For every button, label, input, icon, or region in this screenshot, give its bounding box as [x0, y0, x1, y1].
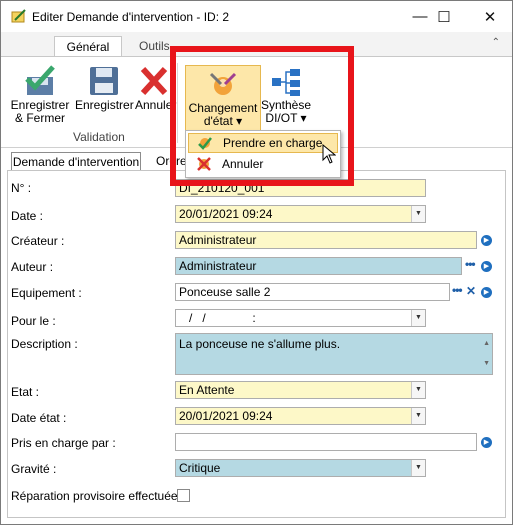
- mouse-cursor-icon: [322, 144, 336, 164]
- description-label: Description :: [11, 337, 78, 351]
- highlight-frame: [170, 46, 354, 186]
- ribbon-group-label: Validation: [73, 130, 125, 144]
- pris-en-charge-label: Pris en charge par :: [11, 436, 116, 450]
- cancel-label: Annuler: [135, 98, 177, 112]
- etat-field[interactable]: En Attente ▼: [175, 381, 426, 399]
- equipement-lookup-icon[interactable]: ▶: [481, 287, 492, 298]
- date-etat-dropdown-icon[interactable]: ▼: [411, 408, 425, 424]
- save-close-label-2: & Fermer: [14, 111, 65, 125]
- etat-value: En Attente: [179, 383, 235, 397]
- auteur-lookup-icon[interactable]: ▶: [481, 261, 492, 272]
- gravite-value: Critique: [179, 461, 221, 475]
- date-field[interactable]: 20/01/2021 09:24 ▼: [175, 205, 426, 223]
- save-close-button[interactable]: Enregistrer & Fermer: [7, 65, 73, 125]
- numero-label: N° :: [11, 181, 32, 195]
- gravite-dropdown-icon[interactable]: ▼: [411, 460, 425, 476]
- etat-dropdown-icon[interactable]: ▼: [411, 382, 425, 398]
- gravite-field[interactable]: Critique ▼: [175, 459, 426, 477]
- etat-label: Etat :: [11, 385, 40, 399]
- window-title: Editer Demande d'intervention - ID: 2: [32, 10, 230, 24]
- gravite-label: Gravité :: [11, 462, 57, 476]
- pour-le-label: Pour le :: [11, 314, 56, 328]
- description-value: La ponceuse ne s'allume plus.: [179, 337, 341, 351]
- date-etat-label: Date état :: [11, 411, 67, 425]
- tab-general[interactable]: Général: [54, 36, 122, 58]
- date-etat-value: 20/01/2021 09:24: [179, 409, 273, 423]
- auteur-field[interactable]: Administrateur: [175, 257, 462, 275]
- save-icon: [90, 67, 118, 95]
- date-dropdown-icon[interactable]: ▼: [411, 206, 425, 222]
- collapse-ribbon-icon[interactable]: ⌃: [492, 37, 500, 48]
- save-close-icon: [25, 65, 55, 95]
- pris-en-charge-lookup-icon[interactable]: ▶: [481, 437, 492, 448]
- createur-lookup-icon[interactable]: ▶: [481, 235, 492, 246]
- pris-en-charge-field[interactable]: [175, 433, 477, 451]
- date-value: 20/01/2021 09:24: [179, 207, 273, 221]
- pour-le-field[interactable]: / / : ▼: [175, 309, 426, 327]
- auteur-browse-icon[interactable]: •••: [465, 257, 476, 271]
- cancel-button[interactable]: Annuler: [135, 65, 177, 112]
- date-label: Date :: [11, 209, 44, 223]
- tab-outils[interactable]: Outils: [139, 39, 170, 53]
- maximize-button[interactable]: ☐: [421, 1, 467, 32]
- equipement-browse-icon[interactable]: •••: [452, 283, 463, 297]
- title-bar: Editer Demande d'intervention - ID: 2 — …: [1, 1, 512, 32]
- tab-demande-intervention[interactable]: Demande d'intervention: [11, 152, 141, 171]
- scroll-up-icon[interactable]: ▲: [483, 336, 490, 352]
- close-button[interactable]: ✕: [467, 1, 513, 32]
- save-button[interactable]: Enregistrer: [75, 65, 134, 112]
- pour-le-dropdown-icon[interactable]: ▼: [411, 310, 425, 326]
- cancel-icon: [140, 66, 168, 96]
- createur-label: Créateur :: [11, 234, 65, 248]
- edit-document-icon: [11, 9, 26, 23]
- equipement-field[interactable]: Ponceuse salle 2: [175, 283, 450, 301]
- application-window: Editer Demande d'intervention - ID: 2 — …: [0, 0, 513, 525]
- pour-le-value: / / :: [179, 311, 256, 325]
- save-label: Enregistrer: [75, 98, 134, 112]
- equipement-clear-icon[interactable]: ✕: [466, 284, 476, 298]
- date-etat-field[interactable]: 20/01/2021 09:24 ▼: [175, 407, 426, 425]
- scroll-down-icon[interactable]: ▼: [483, 356, 490, 372]
- description-field[interactable]: La ponceuse ne s'allume plus. ▲ ▼: [175, 333, 493, 375]
- auteur-label: Auteur :: [11, 260, 54, 274]
- reparation-label: Réparation provisoire effectuée :: [11, 489, 185, 503]
- equipement-label: Equipement :: [11, 286, 82, 300]
- createur-field[interactable]: Administrateur: [175, 231, 477, 249]
- reparation-checkbox[interactable]: [177, 489, 190, 502]
